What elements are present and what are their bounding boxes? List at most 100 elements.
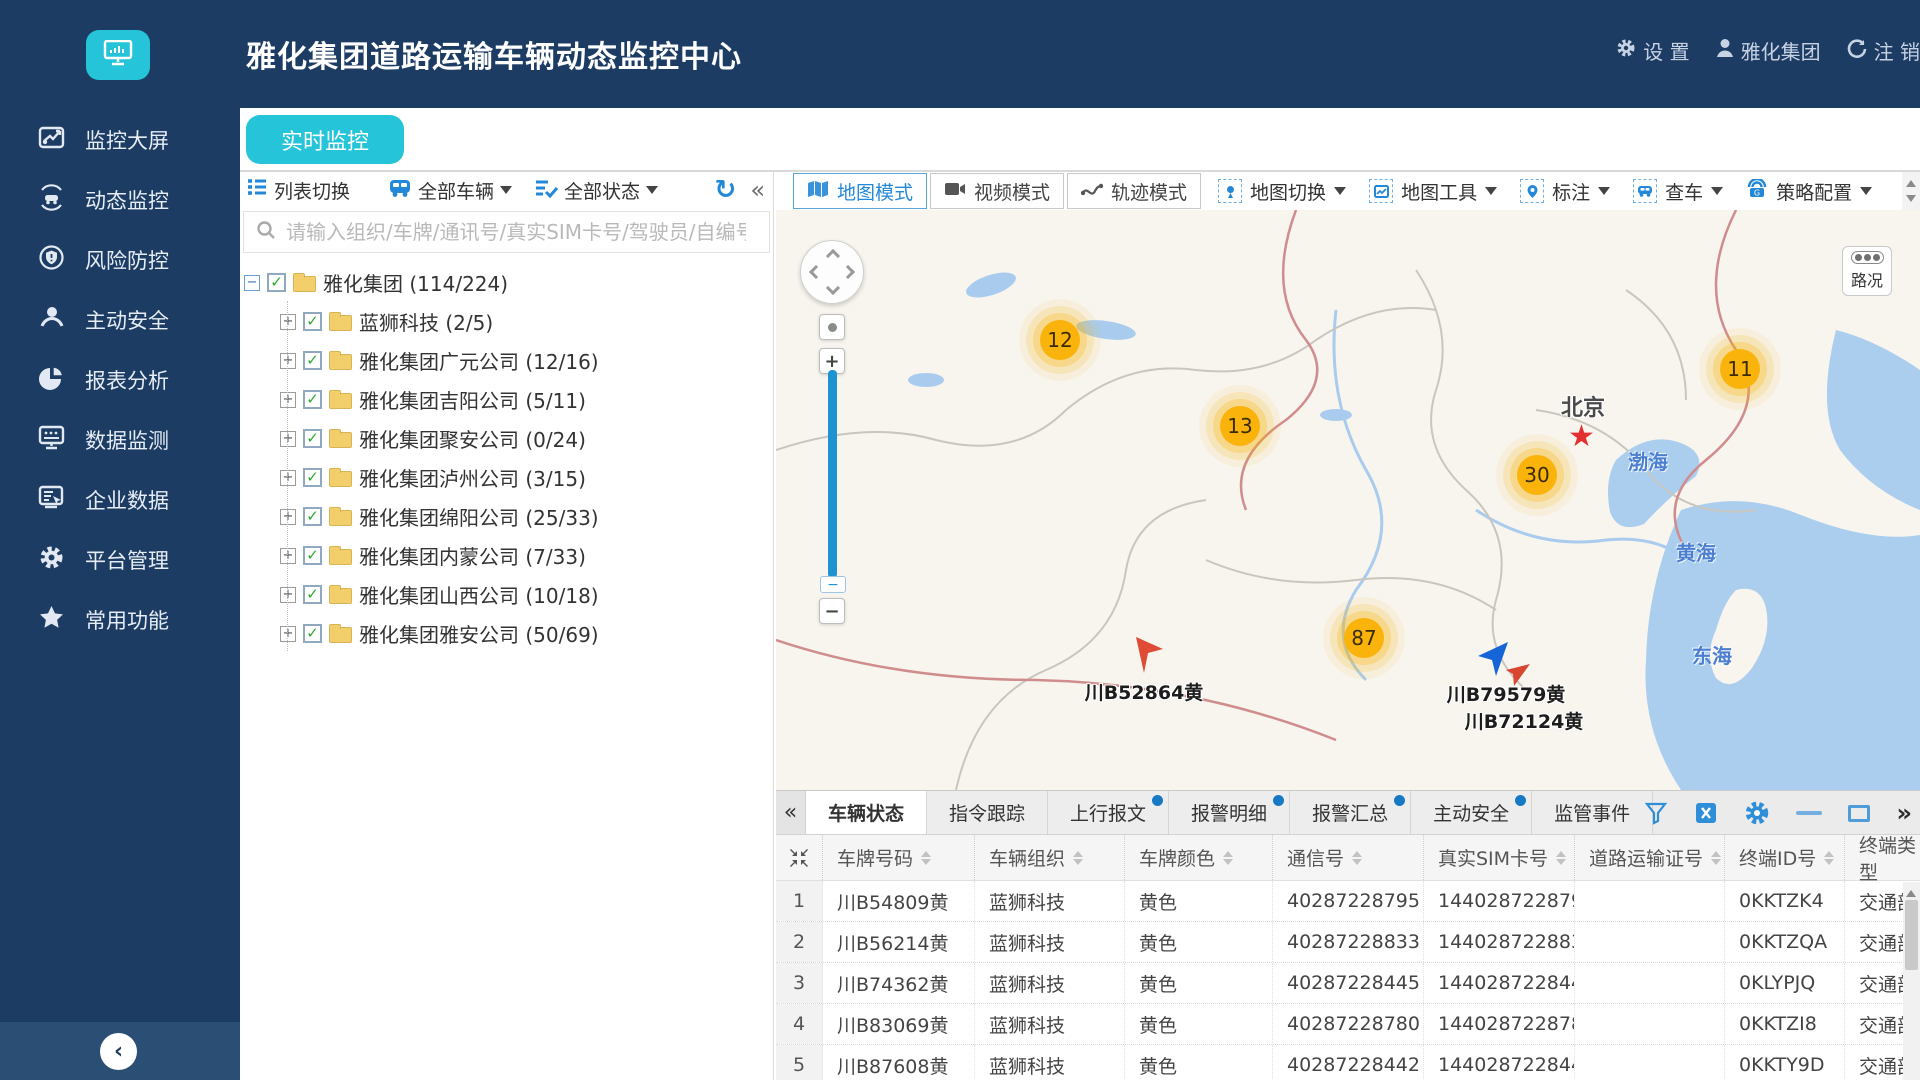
sidebar-item-bigscreen[interactable]: 监控大屏 xyxy=(0,110,240,170)
expand-toggle-icon[interactable]: + xyxy=(280,352,296,369)
column-header[interactable]: 道路运输证号 xyxy=(1575,835,1725,880)
column-header[interactable]: 真实SIM卡号 xyxy=(1424,835,1575,880)
cluster-marker[interactable]: 13 xyxy=(1220,406,1260,446)
scrollbar-thumb[interactable] xyxy=(1905,900,1918,970)
sidebar-item-risk-control[interactable]: 风险防控 xyxy=(0,230,240,290)
map-mode-button[interactable]: 地图模式 xyxy=(793,173,928,209)
settings-button[interactable]: 设 置 xyxy=(1616,36,1690,65)
tree-checkbox[interactable]: ✓ xyxy=(303,585,322,604)
collapse-toggle-icon[interactable]: − xyxy=(244,274,260,291)
map-canvas[interactable]: 渤海 黄海 东海 北京 ★ 12 13 30 11 87 川B52864黄 川B xyxy=(776,210,1920,790)
traffic-toggle[interactable]: 路况 xyxy=(1842,246,1892,296)
tree-search-input[interactable] xyxy=(286,220,746,244)
tree-row[interactable]: + ✓ 雅化集团广元公司 (12/16) xyxy=(280,341,773,380)
find-vehicle-dropdown[interactable]: 查车 xyxy=(1623,173,1733,209)
expand-toggle-icon[interactable]: + xyxy=(280,586,296,603)
panel-collapse-button[interactable]: « xyxy=(776,791,806,834)
status-filter-dropdown[interactable]: 全部状态 xyxy=(534,177,659,204)
tab-alarm-detail[interactable]: 报警明细 xyxy=(1169,791,1291,834)
tab-vehicle-status[interactable]: 车辆状态 xyxy=(806,791,928,834)
vehicle-marker-red[interactable] xyxy=(1132,635,1166,679)
tree-checkbox[interactable]: ✓ xyxy=(303,351,322,370)
track-mode-button[interactable]: 轨迹模式 xyxy=(1067,173,1202,209)
tree-checkbox[interactable]: ✓ xyxy=(303,624,322,643)
table-row[interactable]: 4 川B83069黄 蓝狮科技 黄色 40287228780 144028722… xyxy=(776,1004,1920,1045)
tree-row[interactable]: + ✓ 雅化集团雅安公司 (50/69) xyxy=(280,614,773,653)
column-header[interactable]: 终端ID号 xyxy=(1725,835,1845,880)
sidebar-item-favorites[interactable]: 常用功能 xyxy=(0,590,240,650)
logout-button[interactable]: 注 销 xyxy=(1847,36,1920,65)
strategy-config-dropdown[interactable]: G 策略配置 xyxy=(1736,173,1882,209)
table-scrollbar[interactable] xyxy=(1903,882,1920,1080)
cluster-marker[interactable]: 12 xyxy=(1040,320,1080,360)
tree-checkbox[interactable]: ✓ xyxy=(303,507,322,526)
sidebar-item-active-safety[interactable]: 主动安全 xyxy=(0,290,240,350)
tab-realtime-monitor[interactable]: 实时监控 xyxy=(246,115,404,164)
toolbar-scrollbar[interactable] xyxy=(1902,172,1920,210)
table-settings-button[interactable] xyxy=(1744,800,1770,826)
table-row[interactable]: 5 川B87608黄 蓝狮科技 黄色 40287228442 144028722… xyxy=(776,1045,1920,1080)
tab-uplink-messages[interactable]: 上行报文 xyxy=(1048,791,1170,834)
tree-row[interactable]: + ✓ 雅化集团山西公司 (10/18) xyxy=(280,575,773,614)
account-button[interactable]: 雅化集团 xyxy=(1716,36,1821,65)
column-header[interactable]: 车牌号码 xyxy=(823,835,975,880)
sidebar-item-report-analysis[interactable]: 报表分析 xyxy=(0,350,240,410)
expand-toggle-icon[interactable]: + xyxy=(280,430,296,447)
video-mode-button[interactable]: 视频模式 xyxy=(930,173,1065,209)
tab-active-safety[interactable]: 主动安全 xyxy=(1411,791,1533,834)
column-header[interactable]: 车辆组织 xyxy=(975,835,1125,880)
tree-checkbox[interactable]: ✓ xyxy=(303,312,322,331)
tree-checkbox[interactable]: ✓ xyxy=(267,273,286,292)
tree-collapse-button[interactable]: « xyxy=(750,176,765,204)
filter-button[interactable] xyxy=(1644,801,1668,825)
minimize-panel-button[interactable] xyxy=(1796,811,1823,815)
tree-row-root[interactable]: − ✓ 雅化集团 (114/224) xyxy=(244,263,773,302)
cluster-marker[interactable]: 30 xyxy=(1517,455,1557,495)
tab-alarm-summary[interactable]: 报警汇总 xyxy=(1290,791,1412,834)
tab-command-trace[interactable]: 指令跟踪 xyxy=(927,791,1049,834)
expand-toggle-icon[interactable]: + xyxy=(280,508,296,525)
tree-row[interactable]: + ✓ 雅化集团内蒙公司 (7/33) xyxy=(280,536,773,575)
collapse-table-button[interactable] xyxy=(776,835,823,880)
expand-toggle-icon[interactable]: + xyxy=(280,547,296,564)
tree-checkbox[interactable]: ✓ xyxy=(303,468,322,487)
app-logo[interactable] xyxy=(86,30,150,80)
tree-checkbox[interactable]: ✓ xyxy=(303,429,322,448)
column-header[interactable]: 终端类型 xyxy=(1845,835,1920,884)
sidebar-item-enterprise-data[interactable]: 企业数据 xyxy=(0,470,240,530)
map-tools-dropdown[interactable]: 地图工具 xyxy=(1359,173,1507,209)
tree-checkbox[interactable]: ✓ xyxy=(303,546,322,565)
cluster-marker[interactable]: 87 xyxy=(1344,618,1384,658)
tree-row[interactable]: + ✓ 雅化集团绵阳公司 (25/33) xyxy=(280,497,773,536)
map-pan-control[interactable] xyxy=(800,240,864,304)
expand-toggle-icon[interactable]: + xyxy=(280,391,296,408)
annotate-dropdown[interactable]: 标注 xyxy=(1510,173,1620,209)
more-tabs-button[interactable]: » xyxy=(1896,799,1912,827)
tree-row[interactable]: + ✓ 雅化集团泸州公司 (3/15) xyxy=(280,458,773,497)
vehicle-filter-dropdown[interactable]: 全部车辆 xyxy=(388,177,513,204)
column-header[interactable]: 通信号 xyxy=(1273,835,1424,880)
sidebar-item-dynamic-monitor[interactable]: 动态监控 xyxy=(0,170,240,230)
sidebar-item-data-monitor[interactable]: 数据监测 xyxy=(0,410,240,470)
maximize-panel-button[interactable] xyxy=(1848,804,1871,822)
tree-row[interactable]: + ✓ 雅化集团吉阳公司 (5/11) xyxy=(280,380,773,419)
table-row[interactable]: 1 川B54809黄 蓝狮科技 黄色 40287228795 144028722… xyxy=(776,881,1920,922)
table-row[interactable]: 3 川B74362黄 蓝狮科技 黄色 40287228445 144028722… xyxy=(776,963,1920,1004)
expand-toggle-icon[interactable]: + xyxy=(280,625,296,642)
zoom-slider-track[interactable] xyxy=(828,370,837,578)
refresh-button[interactable]: ↻ xyxy=(715,175,737,205)
column-header[interactable]: 车牌颜色 xyxy=(1125,835,1273,880)
tree-row[interactable]: + ✓ 雅化集团聚安公司 (0/24) xyxy=(280,419,773,458)
sidebar-collapse-button[interactable]: ‹ xyxy=(100,1033,137,1070)
tab-supervision-events[interactable]: 监管事件 xyxy=(1532,791,1654,834)
locate-button[interactable] xyxy=(819,314,845,340)
sidebar-item-platform-admin[interactable]: 平台管理 xyxy=(0,530,240,590)
list-switch-button[interactable]: 列表切换 xyxy=(246,177,350,204)
expand-toggle-icon[interactable]: + xyxy=(280,313,296,330)
expand-toggle-icon[interactable]: + xyxy=(280,469,296,486)
cluster-marker[interactable]: 11 xyxy=(1720,349,1760,389)
table-row[interactable]: 2 川B56214黄 蓝狮科技 黄色 40287228833 144028722… xyxy=(776,922,1920,963)
zoom-slider-handle[interactable]: − xyxy=(820,576,846,593)
tree-row[interactable]: + ✓ 蓝狮科技 (2/5) xyxy=(280,302,773,341)
map-switch-dropdown[interactable]: 地图切换 xyxy=(1208,173,1356,209)
